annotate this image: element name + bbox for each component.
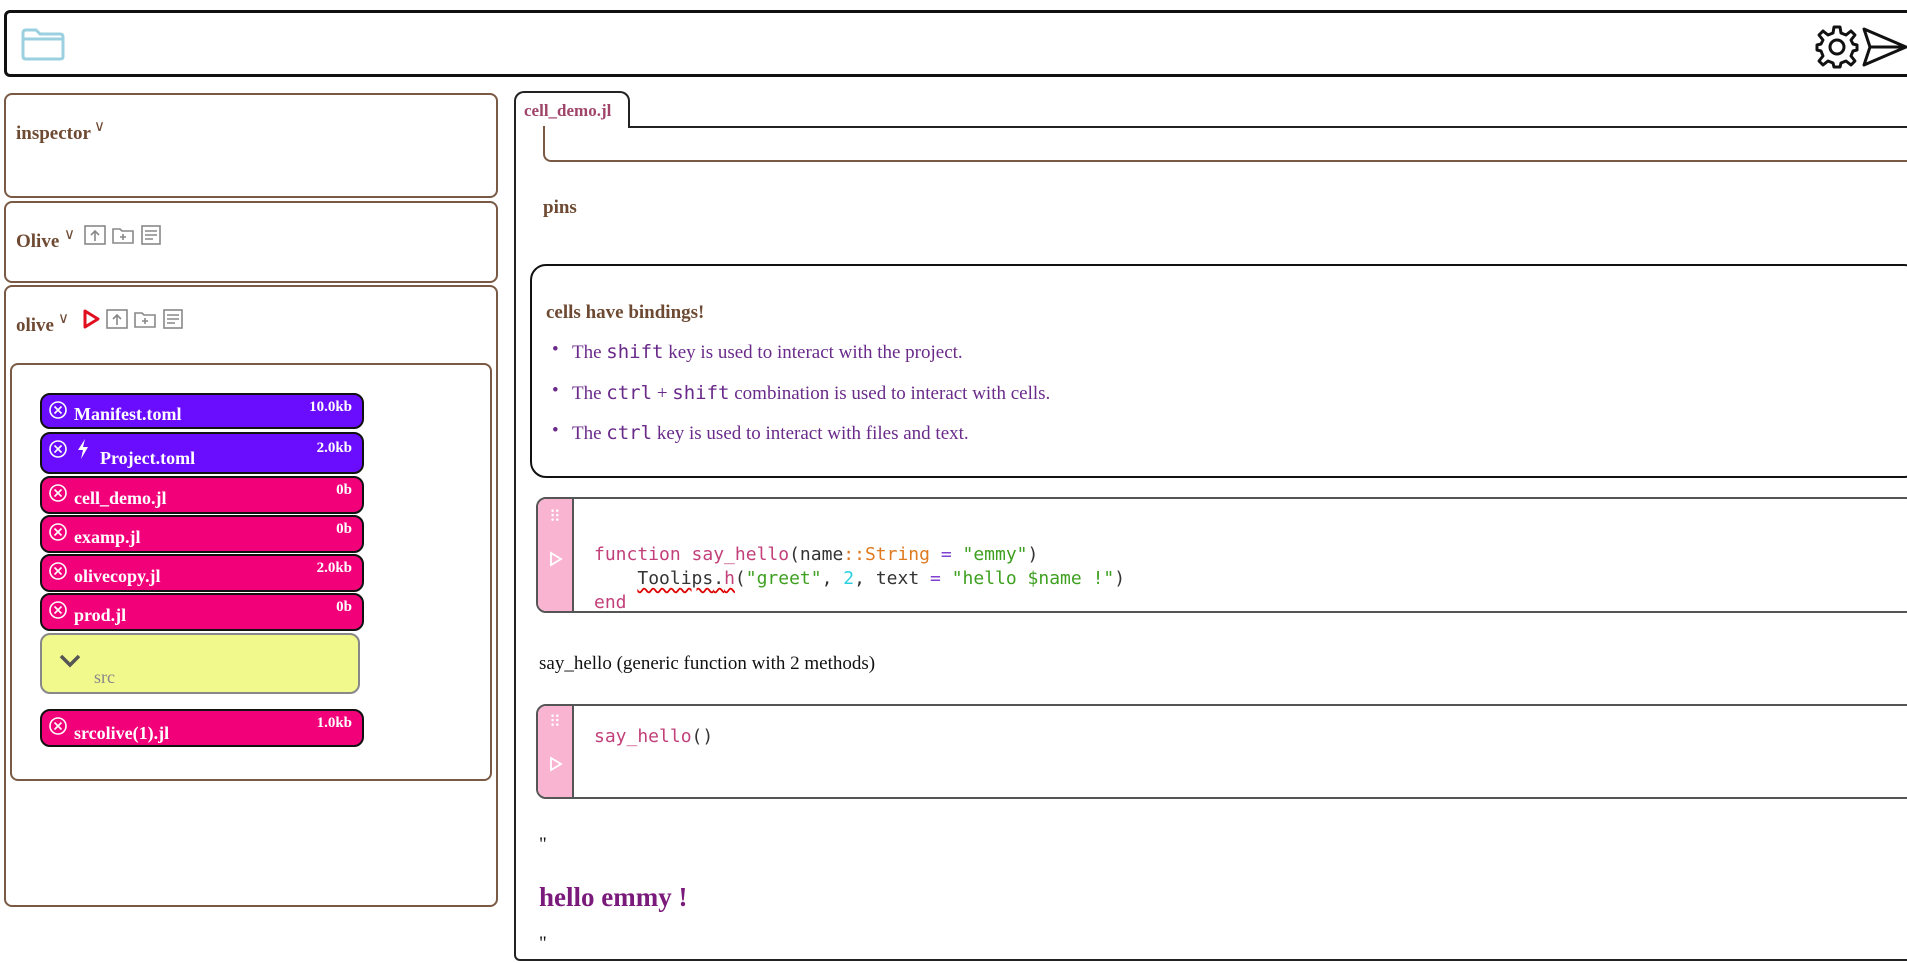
settings-gear-icon[interactable]: [1815, 25, 1859, 69]
run-cell-icon[interactable]: [549, 756, 563, 772]
upload-icon[interactable]: [84, 225, 106, 245]
close-circle-icon[interactable]: [48, 716, 68, 736]
file-item-cell-demo[interactable]: cell_demo.jl 0b: [40, 476, 364, 514]
code-cell[interactable]: ⠿ say_hello(): [536, 704, 1907, 799]
file-name: srcolive(1).jl: [74, 723, 170, 743]
new-folder-icon[interactable]: [134, 309, 156, 329]
file-size: 2.0kb: [316, 440, 352, 456]
cell-output: say_hello (generic function with 2 metho…: [539, 653, 876, 674]
file-name: Project.toml: [100, 448, 196, 468]
inspector-panel: inspector ∨: [4, 93, 498, 198]
bolt-icon: [78, 439, 88, 459]
close-circle-icon[interactable]: [48, 439, 68, 459]
drag-handle-icon[interactable]: ⠿: [549, 712, 561, 731]
folder-icon[interactable]: [21, 27, 65, 61]
olive-project-title: olive: [16, 315, 54, 336]
markdown-heading: cells have bindings!: [546, 302, 705, 323]
code-editor[interactable]: say_hello(): [594, 726, 713, 747]
close-circle-icon[interactable]: [48, 600, 68, 620]
run-cell-icon[interactable]: [549, 551, 563, 567]
tab-label: cell_demo.jl: [524, 101, 612, 120]
file-item-srcolive[interactable]: srcolive(1).jl 1.0kb: [40, 709, 364, 747]
close-circle-icon[interactable]: [48, 561, 68, 581]
close-circle-icon[interactable]: [48, 483, 68, 503]
output-heading: hello emmy !: [539, 882, 688, 912]
file-size: 0b: [336, 521, 352, 537]
markdown-cell[interactable]: cells have bindings! • The shift key is u…: [530, 264, 1907, 478]
olive-env-panel: Olive ∨: [4, 201, 498, 283]
code-cell[interactable]: ⠿ function say_hello(name::String = "emm…: [536, 497, 1907, 613]
output-quote-open: ": [539, 834, 547, 855]
file-name: prod.jl: [74, 605, 127, 625]
file-name: Manifest.toml: [74, 404, 182, 424]
folder-item-src[interactable]: src: [40, 633, 360, 694]
top-bar: [4, 10, 1907, 77]
pins-label: pins: [543, 197, 577, 218]
file-item-examp[interactable]: examp.jl 0b: [40, 515, 364, 553]
inspector-title: inspector: [16, 123, 91, 144]
output-quote-close: ": [539, 933, 547, 954]
file-name: examp.jl: [74, 527, 141, 547]
file-item-prod[interactable]: prod.jl 0b: [40, 593, 364, 631]
file-size: 0b: [336, 599, 352, 615]
new-folder-icon[interactable]: [112, 225, 134, 245]
file-size: 2.0kb: [316, 560, 352, 576]
markdown-bullet: • The shift key is used to interact with …: [552, 339, 963, 363]
file-item-olivecopy[interactable]: olivecopy.jl 2.0kb: [40, 554, 364, 592]
folder-name: src: [94, 667, 115, 687]
chevron-down-icon[interactable]: ∨: [64, 225, 75, 243]
new-file-icon[interactable]: [162, 309, 184, 329]
close-circle-icon[interactable]: [48, 400, 68, 420]
cell-gutter: ⠿: [538, 706, 574, 797]
file-name: cell_demo.jl: [74, 488, 167, 508]
run-icon[interactable]: [82, 309, 100, 329]
file-size: 1.0kb: [316, 715, 352, 731]
file-item-manifest[interactable]: Manifest.toml 10.0kb: [40, 393, 364, 429]
close-circle-icon[interactable]: [48, 522, 68, 542]
olive-env-title: Olive: [16, 231, 60, 252]
upload-icon[interactable]: [106, 309, 128, 329]
drag-handle-icon[interactable]: ⠿: [549, 507, 561, 526]
chevron-down-icon[interactable]: [58, 653, 82, 669]
file-name: olivecopy.jl: [74, 566, 161, 586]
tab-cell-demo[interactable]: cell_demo.jl: [514, 91, 630, 128]
code-editor[interactable]: function say_hello(name::String = "emmy"…: [594, 519, 1125, 615]
markdown-bullet: • The ctrl + shift combination is used to…: [552, 380, 1051, 404]
cell-gutter: ⠿: [538, 499, 574, 611]
markdown-bullet: • The ctrl key is used to interact with f…: [552, 420, 969, 444]
chevron-down-icon[interactable]: ∨: [58, 309, 69, 327]
file-size: 0b: [336, 482, 352, 498]
new-file-icon[interactable]: [140, 225, 162, 245]
file-item-project[interactable]: Project.toml 2.0kb: [40, 432, 364, 474]
send-icon[interactable]: [1861, 25, 1907, 69]
chevron-down-icon[interactable]: ∨: [94, 117, 105, 135]
file-size: 10.0kb: [309, 399, 352, 415]
pins-box: [543, 126, 1907, 162]
